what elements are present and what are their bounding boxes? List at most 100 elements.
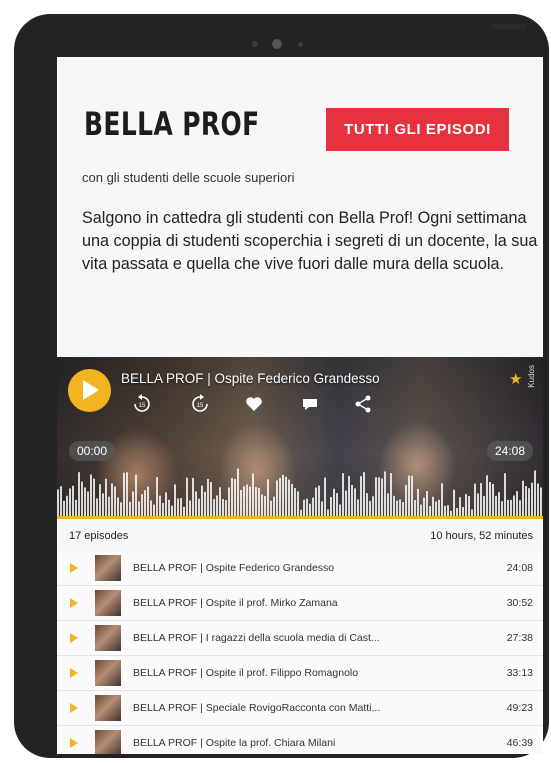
list-item[interactable]: BELLA PROF | Speciale RovigoRacconta con… [57,691,543,726]
waveform-bar [237,468,239,519]
waveform-bar [294,488,296,519]
show-description: Salgono in cattedra gli studenti con Bel… [82,209,538,273]
list-item[interactable]: BELLA PROF | Ospite Federico Grandesso 2… [57,551,543,586]
waveform-bar [318,485,320,519]
share-button[interactable] [353,394,373,414]
waveform-bar [534,470,536,519]
waveform-bar [69,488,71,519]
list-item[interactable]: BELLA PROF | Ospite il prof. Mirko Zaman… [57,586,543,621]
waveform-bar [291,483,293,519]
player-episode-title: BELLA PROF | Ospite Federico Grandesso [121,371,380,386]
playlist-header: 17 episodes 10 hours, 52 minutes [57,519,543,552]
waveform-bar [363,472,365,519]
waveform-bar [84,487,86,519]
play-icon [83,380,99,400]
waveform-bar [201,485,203,519]
total-time: 24:08 [487,441,534,461]
episode-title: BELLA PROF | Ospite la prof. Chiara Mila… [133,737,336,749]
episode-length: 24:08 [506,562,533,574]
list-item[interactable]: BELLA PROF | Ospite il prof. Filippo Rom… [57,656,543,691]
forward-button[interactable]: 15 [190,394,210,414]
like-button[interactable] [244,394,264,414]
playlist-duration: 10 hours, 52 minutes [430,530,533,542]
waveform-bar [345,490,347,519]
svg-text:15: 15 [139,403,146,409]
waveform-bar [174,484,176,519]
waveform-bar [390,473,392,519]
episode-length: 49:23 [506,702,533,714]
episode-title: BELLA PROF | Speciale RovigoRacconta con… [133,702,381,714]
waveform-bar [57,489,59,519]
all-episodes-button[interactable]: TUTTI GLI EPISODI [326,108,509,151]
tablet-frame: BELLA PROF TUTTI GLI EPISODI con gli stu… [14,14,549,758]
waveform-bar [297,491,299,519]
play-icon[interactable] [70,703,78,713]
star-icon[interactable]: ★ [509,370,522,388]
episode-thumbnail [95,730,121,754]
play-icon[interactable] [70,598,78,608]
waveform-bar [87,491,89,519]
episode-thumbnail [95,555,121,581]
play-icon[interactable] [70,563,78,573]
waveform-bar [489,481,491,519]
rewind-button[interactable]: 15 [132,394,152,414]
waveform-bar [105,478,107,519]
waveform-bar [144,490,146,519]
waveform-bar [267,479,269,519]
waveform-bar [441,483,443,519]
waveform-bar [285,476,287,519]
waveform-bar [333,488,335,519]
list-item[interactable]: BELLA PROF | Ospite la prof. Chiara Mila… [57,726,543,754]
waveform[interactable] [57,464,543,519]
waveform-bar [249,486,251,519]
waveform-bar [492,483,494,519]
svg-text:15: 15 [197,403,204,409]
waveform-bar [324,477,326,519]
waveform-bar [255,487,257,519]
screen: BELLA PROF TUTTI GLI EPISODI con gli stu… [57,57,543,754]
waveform-bar [360,476,362,519]
episode-title: BELLA PROF | Ospite Federico Grandesso [133,562,335,574]
waveform-bar [111,483,113,519]
episode-thumbnail [95,695,121,721]
waveform-bar [381,478,383,519]
episode-thumbnail [95,625,121,651]
waveform-bar [252,473,254,519]
play-icon[interactable] [70,738,78,748]
waveform-bar [426,491,428,519]
waveform-bar [351,484,353,519]
elapsed-time: 00:00 [69,441,116,461]
episode-title: BELLA PROF | I ragazzi della scuola medi… [133,632,380,644]
waveform-bar [207,479,209,519]
waveform-bar [135,474,137,519]
page-subtitle: con gli studenti delle scuole superiori [82,170,295,185]
waveform-bar [240,489,242,519]
episode-list: BELLA PROF | Ospite Federico Grandesso 2… [57,551,543,754]
waveform-bar [90,474,92,519]
waveform-bar [114,486,116,519]
waveform-bar [288,479,290,519]
waveform-bar [540,487,542,519]
play-icon[interactable] [70,668,78,678]
waveform-bar [93,478,95,519]
waveform-bar [408,475,410,519]
waveform-bar [516,491,518,519]
waveform-bar [72,485,74,519]
episode-title: BELLA PROF | Ospite il prof. Mirko Zaman… [133,597,338,609]
waveform-bar [204,491,206,519]
play-icon[interactable] [70,633,78,643]
waveform-bar [243,486,245,519]
list-item[interactable]: BELLA PROF | I ragazzi della scuola medi… [57,621,543,656]
waveform-bar [246,484,248,519]
waveform-bar [384,471,386,519]
waveform-bar [354,488,356,519]
episode-length: 27:38 [506,632,533,644]
play-button[interactable] [68,369,111,412]
episode-thumbnail [95,660,121,686]
waveform-bar [192,477,194,519]
waveform-bar [531,482,533,519]
waveform-bar [498,492,500,519]
waveform-bar [228,487,230,519]
comment-button[interactable] [300,394,320,414]
waveform-bar [378,477,380,519]
